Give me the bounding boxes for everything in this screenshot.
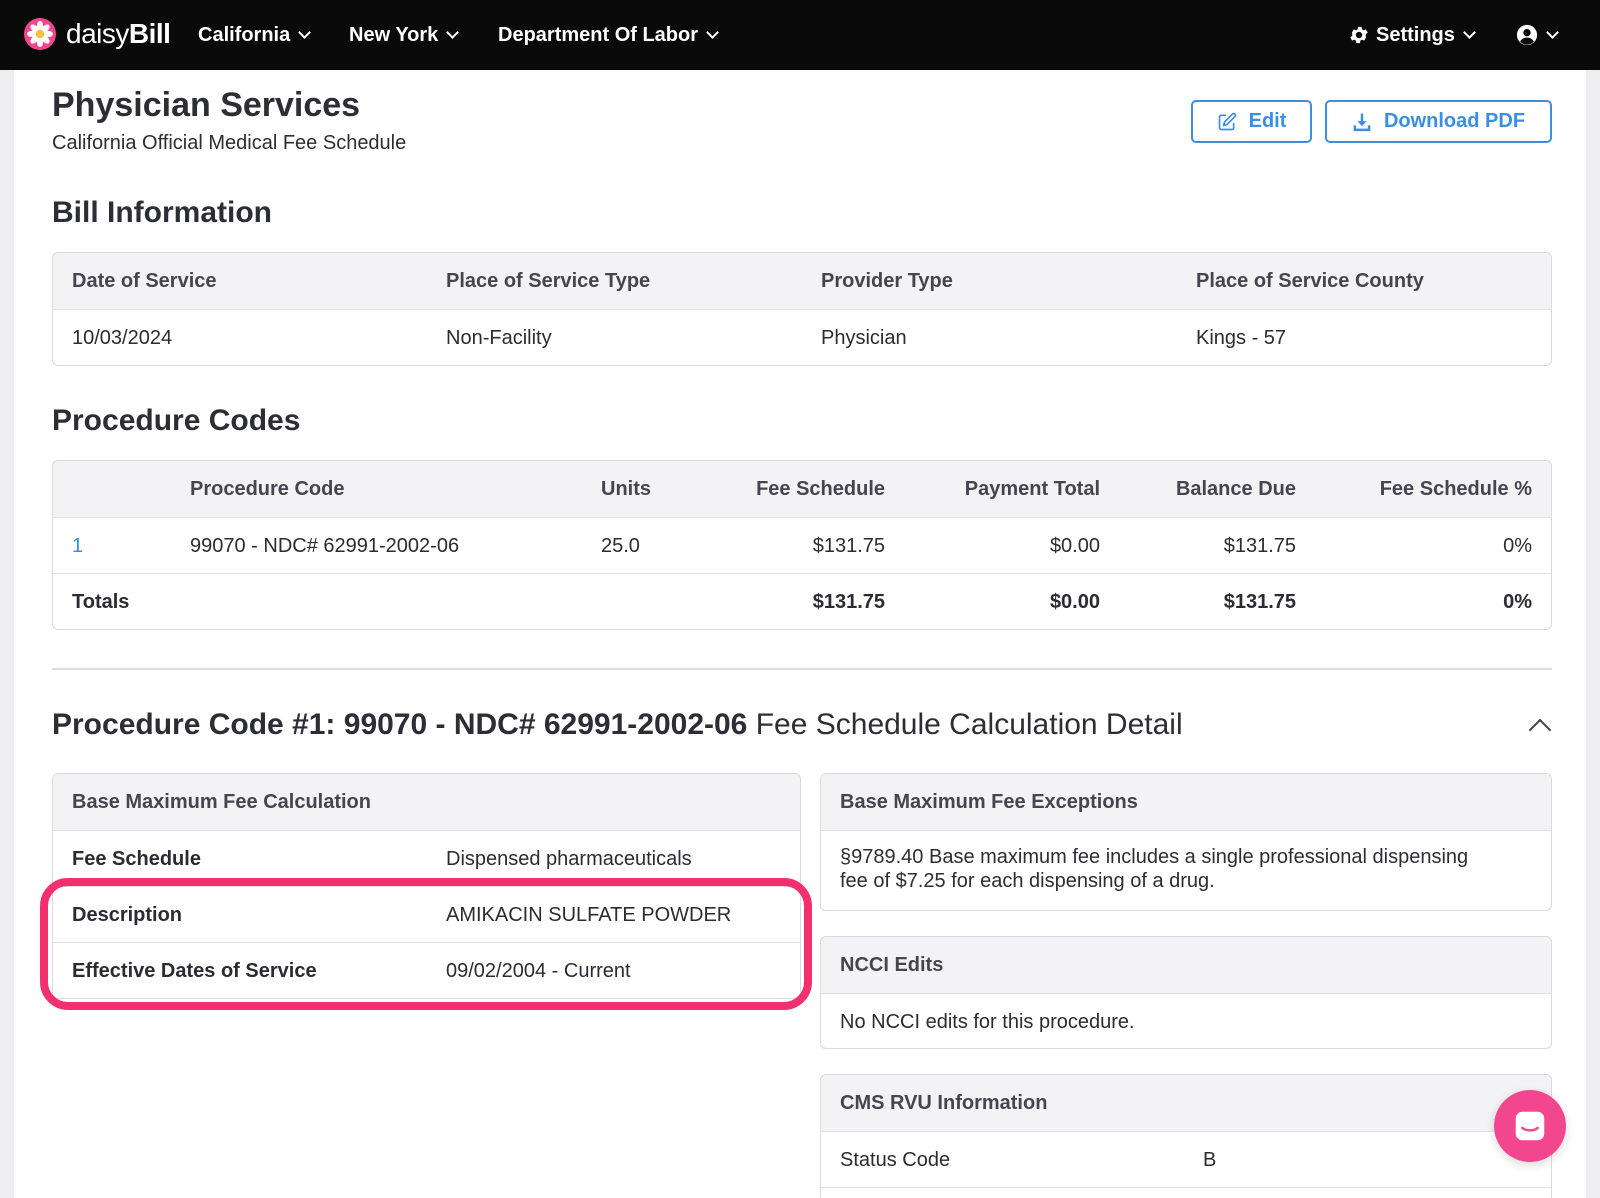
- download-pdf-label: Download PDF: [1383, 110, 1526, 132]
- calculation-detail-heading[interactable]: Procedure Code #1: 99070 - NDC# 62991-20…: [52, 708, 1183, 742]
- nav-california-dropdown[interactable]: California: [198, 20, 312, 50]
- totals-label: Totals: [72, 591, 130, 613]
- chevron-down-icon: [1463, 25, 1476, 39]
- column-header: Date of Service: [72, 270, 217, 292]
- card-header: Base Maximum Fee Exceptions: [821, 774, 1551, 830]
- brand-name: daisyBill: [66, 18, 171, 49]
- chat-icon: [1515, 1111, 1545, 1141]
- place-of-service-type-value: Non-Facility: [446, 327, 552, 349]
- chevron-down-icon: [446, 25, 460, 39]
- column-header: Fee Schedule %: [1379, 478, 1532, 500]
- card-title: Base Maximum Fee Exceptions: [840, 791, 1138, 813]
- card-header: Base Maximum Fee Calculation: [53, 774, 800, 830]
- table-header-row: Procedure Code Units Fee Schedule Paymen…: [53, 461, 1551, 517]
- column-header: Payment Total: [964, 478, 1100, 500]
- table-row: [821, 1187, 1551, 1198]
- place-of-service-county-value: Kings - 57: [1196, 327, 1287, 349]
- total-fee-schedule-percent: 0%: [1503, 591, 1532, 613]
- card-title: CMS RVU Information: [840, 1092, 1048, 1114]
- user-menu-dropdown[interactable]: [1516, 20, 1559, 50]
- column-header: Provider Type: [821, 270, 953, 292]
- column-header: Units: [601, 478, 651, 500]
- row-label: Status Code: [840, 1149, 951, 1171]
- exception-text-line: fee of $7.25 for each dispensing of a dr…: [840, 870, 1215, 892]
- nav-new-york-dropdown[interactable]: New York: [349, 20, 460, 50]
- nav-new-york-label: New York: [349, 23, 439, 46]
- nav-department-of-labor-dropdown[interactable]: Department Of Labor: [498, 20, 719, 50]
- nav-california-label: California: [198, 23, 291, 46]
- total-fee-schedule: $131.75: [812, 591, 885, 613]
- settings-dropdown[interactable]: Settings: [1348, 20, 1476, 50]
- ncci-message: No NCCI edits for this procedure.: [840, 1011, 1135, 1033]
- card-header: NCCI Edits: [821, 937, 1551, 993]
- procedure-line-link[interactable]: 1: [72, 518, 83, 574]
- daisy-flower-icon: [24, 18, 56, 50]
- procedure-codes-table: Procedure Code Units Fee Schedule Paymen…: [52, 460, 1552, 630]
- table-row: Status Code B: [821, 1131, 1551, 1187]
- card-body: No NCCI edits for this procedure.: [821, 993, 1551, 1048]
- totals-row: Totals $131.75 $0.00 $131.75 0%: [53, 573, 1551, 629]
- payment-total-value: $0.00: [1049, 535, 1100, 557]
- column-header: Procedure Code: [190, 478, 345, 500]
- settings-label: Settings: [1376, 23, 1455, 46]
- detail-heading-text: Fee Schedule Calculation Detail: [755, 708, 1183, 741]
- chevron-down-icon: [1546, 25, 1559, 39]
- nav-department-of-labor-label: Department Of Labor: [498, 23, 699, 46]
- card-title: Base Maximum Fee Calculation: [72, 791, 371, 813]
- detail-heading-code: Procedure Code #1: 99070 - NDC# 62991-20…: [52, 708, 748, 741]
- daisybill-logo[interactable]: daisyBill: [24, 16, 171, 52]
- top-navbar: daisyBill California New York Department…: [0, 0, 1600, 70]
- edit-icon: [1218, 112, 1236, 130]
- date-of-service-value: 10/03/2024: [72, 327, 173, 349]
- total-payment: $0.00: [1049, 591, 1100, 613]
- page-title: Physician Services: [52, 86, 361, 124]
- exception-text-line: §9789.40 Base maximum fee includes a sin…: [840, 846, 1469, 868]
- chevron-down-icon: [706, 25, 719, 39]
- download-pdf-button[interactable]: Download PDF: [1325, 100, 1552, 143]
- edit-button[interactable]: Edit: [1191, 100, 1312, 143]
- highlight-annotation: [40, 878, 812, 1010]
- ncci-edits-card: NCCI Edits No NCCI edits for this proced…: [820, 936, 1552, 1049]
- column-header: Place of Service Type: [446, 270, 651, 292]
- card-header: CMS RVU Information: [821, 1075, 1551, 1131]
- procedure-codes-heading: Procedure Codes: [52, 404, 301, 437]
- table-header-row: Date of Service Place of Service Type Pr…: [53, 253, 1551, 309]
- card-title: NCCI Edits: [840, 954, 944, 976]
- section-divider: [52, 668, 1552, 670]
- balance-due-value: $131.75: [1223, 535, 1296, 557]
- bill-information-heading: Bill Information: [52, 196, 272, 229]
- table-row: 10/03/2024 Non-Facility Physician Kings …: [53, 309, 1551, 365]
- user-circle-icon: [1516, 24, 1538, 46]
- download-icon: [1353, 113, 1371, 131]
- provider-type-value: Physician: [821, 327, 907, 349]
- gear-icon: [1350, 26, 1368, 44]
- chat-launcher-button[interactable]: [1494, 1090, 1566, 1162]
- fee-schedule-percent-value: 0%: [1503, 535, 1532, 557]
- status-code-value: B: [1203, 1149, 1217, 1171]
- edit-button-label: Edit: [1248, 110, 1287, 132]
- fee-schedule-value: $131.75: [812, 535, 885, 557]
- column-header: Fee Schedule: [756, 478, 885, 500]
- procedure-code-value: 99070 - NDC# 62991-2002-06: [190, 535, 460, 557]
- units-value: 25.0: [601, 535, 640, 557]
- total-balance-due: $131.75: [1223, 591, 1296, 613]
- page-subtitle: California Official Medical Fee Schedule: [52, 132, 407, 154]
- base-maximum-fee-exceptions-card: Base Maximum Fee Exceptions §9789.40 Bas…: [820, 773, 1552, 911]
- column-header: Place of Service County: [1196, 270, 1424, 292]
- table-row: 1 99070 - NDC# 62991-2002-06 25.0 $131.7…: [53, 517, 1551, 573]
- column-header: Balance Due: [1175, 478, 1296, 500]
- bill-information-table: Date of Service Place of Service Type Pr…: [52, 252, 1552, 366]
- card-body: §9789.40 Base maximum fee includes a sin…: [821, 830, 1551, 910]
- cms-rvu-information-card: CMS RVU Information Status Code B: [820, 1074, 1552, 1198]
- chevron-down-icon: [298, 25, 312, 39]
